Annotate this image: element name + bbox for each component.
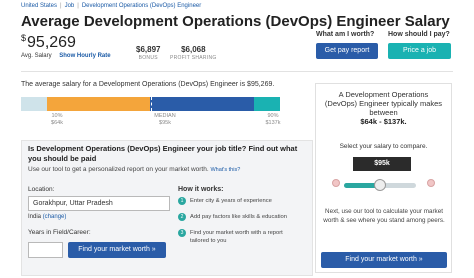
profit-sharing-value: $6,068 [181, 45, 206, 54]
how-it-works-title: How it works: [178, 186, 224, 193]
how-should-i-pay-question: How should I pay? [388, 31, 450, 38]
years-input[interactable] [28, 242, 63, 258]
distribution-segment-mid-low [46, 97, 151, 111]
section-divider [21, 71, 453, 72]
distribution-segment-low [21, 97, 47, 111]
piggy-bank-left-icon [332, 179, 340, 187]
location-input[interactable]: Gorakhpur, Uttar Pradesh [28, 196, 170, 211]
report-form-subtitle: Use our tool to get a personalized repor… [28, 166, 240, 173]
location-label: Location: [28, 186, 55, 193]
typical-range-text: A Development Operations (DevOps) Engine… [322, 90, 445, 126]
tick-label-bottom: $64k [51, 120, 63, 126]
step-text: Add pay factors like skills & education [190, 214, 287, 220]
sidebar-find-market-worth-button[interactable]: Find your market worth » [321, 252, 447, 268]
tick-label-bottom: $137k [265, 120, 281, 126]
country-value: India [28, 214, 42, 220]
profit-sharing-label: PROFIT SHARING [170, 55, 217, 61]
selected-salary-pill: $95k [353, 157, 411, 171]
breadcrumb-item-title[interactable]: Development Operations (DevOps) Engineer [82, 3, 201, 9]
bonus-label: BONUS [138, 55, 158, 61]
breadcrumb-item-country[interactable]: United States [21, 3, 57, 9]
tick-percentile-90: 90% $137k [260, 113, 286, 127]
step-text: Find your market worth with a report tai… [190, 230, 283, 244]
salary-distribution-bar [21, 97, 280, 111]
tick-median: MEDIAN $95k [146, 113, 184, 127]
avg-salary-label: Avg. Salary [21, 53, 52, 59]
typical-range-lead: A Development Operations (DevOps) Engine… [324, 90, 443, 117]
distribution-segment-high [254, 97, 280, 111]
change-country-link[interactable]: (change) [43, 214, 67, 220]
compare-prompt: Select your salary to compare. [339, 143, 428, 150]
bonus-stat: $6,897 BONUS [136, 45, 160, 61]
breadcrumb-separator: | [77, 3, 79, 9]
step-number-badge: 1 [178, 197, 186, 205]
get-pay-report-button[interactable]: Get pay report [316, 43, 378, 59]
whats-this-link[interactable]: What's this? [210, 167, 240, 173]
find-market-worth-button[interactable]: Find your market worth » [68, 242, 166, 258]
how-step: 3 Find your market worth with a report t… [178, 229, 300, 245]
price-a-job-button[interactable]: Price a job [388, 43, 451, 59]
report-form-title: Is Development Operations (DevOps) Engin… [28, 144, 298, 163]
breadcrumb-item-job[interactable]: Job [65, 3, 75, 9]
salary-slider-thumb[interactable] [374, 179, 386, 191]
distribution-lead-text: The average salary for a Development Ope… [21, 81, 275, 88]
how-step: 2 Add pay factors like skills & educatio… [178, 213, 308, 221]
tick-label-top: MEDIAN [154, 113, 176, 119]
report-form-subtitle-text: Use our tool to get a personalized repor… [28, 166, 209, 173]
salary-currency: $ [21, 33, 27, 43]
distribution-segment-mid-high [150, 97, 255, 111]
step-number-badge: 2 [178, 213, 186, 221]
bonus-value: $6,897 [136, 45, 161, 54]
page-title: Average Development Operations (DevOps) … [21, 13, 450, 30]
show-hourly-rate-link[interactable]: Show Hourly Rate [59, 53, 110, 59]
step-number-badge: 3 [178, 229, 186, 237]
breadcrumb: United States | Job | Development Operations… [21, 3, 201, 9]
next-step-text: Next, use our tool to calculate your mar… [323, 208, 445, 224]
tick-percentile-10: 10% $64k [45, 113, 69, 127]
profit-sharing-stat: $6,068 PROFIT SHARING [170, 45, 217, 61]
years-label: Years in Field/Career: [28, 229, 91, 236]
country-row: India (change) [28, 214, 66, 220]
salary-amount: 95,269 [27, 34, 76, 51]
step-text: Enter city & years of experience [190, 198, 272, 204]
what-am-i-worth-question: What am I worth? [316, 31, 375, 38]
tick-label-top: 90% [267, 113, 279, 119]
how-step: 1 Enter city & years of experience [178, 197, 308, 205]
piggy-bank-right-icon [427, 179, 435, 187]
avg-salary-row: Avg. Salary Show Hourly Rate [21, 53, 111, 59]
median-marker-line [150, 97, 152, 111]
breadcrumb-separator: | [60, 3, 62, 9]
tick-label-bottom: $95k [159, 120, 171, 126]
tick-label-top: 10% [51, 113, 63, 119]
typical-range-value: $64k - $137k. [360, 117, 407, 126]
average-salary: $95,269 [21, 33, 76, 52]
